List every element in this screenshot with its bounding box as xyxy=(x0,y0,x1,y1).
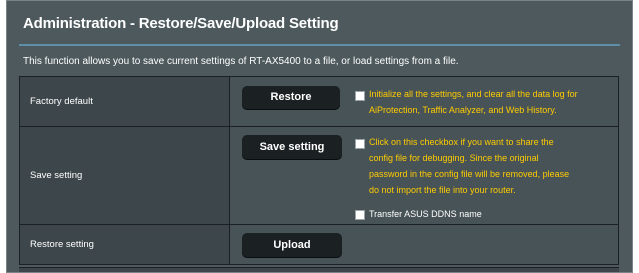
settings-table: Factory default Restore Initialize all t… xyxy=(19,76,619,265)
initialize-settings-option: Initialize all the settings, and clear a… xyxy=(355,89,578,118)
save-setting-label: Save setting xyxy=(19,126,230,225)
factory-default-label: Factory default xyxy=(19,76,230,127)
save-setting-button[interactable]: Save setting xyxy=(242,135,342,159)
save-setting-content: Save setting Click on this checkbox if y… xyxy=(229,126,619,225)
transfer-ddns-option: Transfer ASUS DDNS name xyxy=(355,208,482,220)
share-config-note: Click on this checkbox if you want to sh… xyxy=(369,137,570,195)
settings-panel: Administration - Restore/Save/Upload Set… xyxy=(6,0,633,273)
restore-button[interactable]: Restore xyxy=(242,86,340,109)
restore-setting-content: Upload xyxy=(229,224,619,265)
next-row-partial xyxy=(19,267,619,272)
factory-default-content: Restore Initialize all the settings, and… xyxy=(229,76,619,127)
share-config-checkbox[interactable] xyxy=(355,139,365,149)
row-restore-setting: Restore setting Upload xyxy=(19,224,619,265)
restore-setting-label: Restore setting xyxy=(19,224,230,265)
transfer-ddns-checkbox[interactable] xyxy=(355,210,365,220)
initialize-settings-checkbox[interactable] xyxy=(355,91,365,101)
row-save-setting: Save setting Save setting Click on this … xyxy=(19,126,619,225)
initialize-settings-note: Initialize all the settings, and clear a… xyxy=(369,89,578,115)
title-divider xyxy=(19,44,620,46)
share-config-option: Click on this checkbox if you want to sh… xyxy=(355,137,569,198)
row-factory-default: Factory default Restore Initialize all t… xyxy=(19,76,619,127)
page-title: Administration - Restore/Save/Upload Set… xyxy=(23,15,339,32)
upload-button[interactable]: Upload xyxy=(242,233,342,257)
page-description: This function allows you to save current… xyxy=(23,56,459,67)
transfer-ddns-label: Transfer ASUS DDNS name xyxy=(369,209,482,219)
